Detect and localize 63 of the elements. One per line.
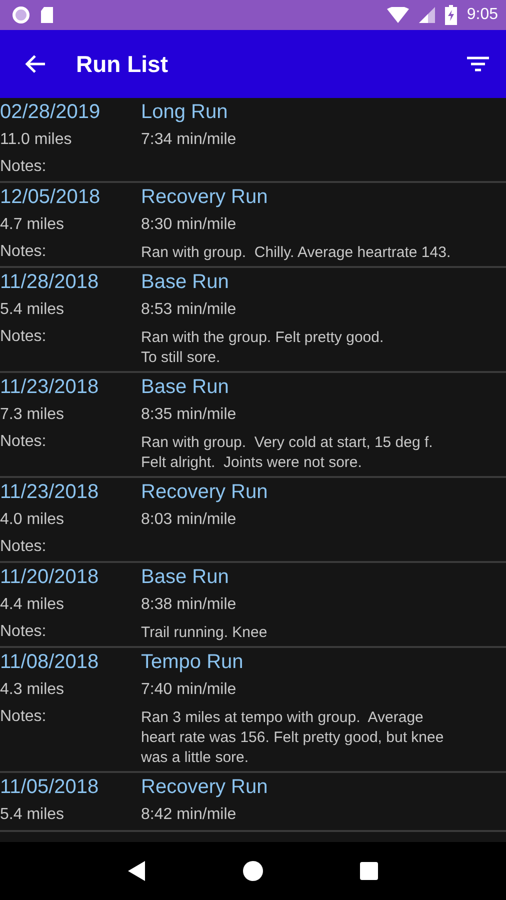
run-pace: 8:42 min/mile (141, 805, 238, 825)
run-distance: 7.3 miles (0, 405, 66, 425)
run-type: Long Run (141, 100, 229, 125)
notes-label: Notes: (0, 622, 48, 642)
run-list-item[interactable]: 11/05/2018 Recovery Run 5.4 miles 8:42 min/mile (0, 773, 506, 832)
run-pace: 8:03 min/mile (141, 510, 238, 530)
notes-label: Notes: (0, 242, 48, 262)
run-date: 11/08/2018 (0, 650, 100, 675)
run-list-item[interactable]: 12/05/2018 Recovery Run 4.7 miles 8:30 min/mile Notes: Ran with group. Chilly. Average heartrate 143. (0, 183, 506, 268)
notes-label: Notes: (0, 157, 48, 177)
run-date: 11/23/2018 (0, 480, 100, 505)
run-list-item[interactable]: 11/23/2018 Recovery Run 4.0 miles 8:03 min/mile Notes: (0, 478, 506, 563)
home-button[interactable] (242, 860, 264, 882)
wifi-icon (386, 7, 409, 23)
battery-icon (444, 5, 457, 25)
notes-label: Notes: (0, 327, 48, 347)
circle-icon (12, 6, 30, 24)
run-distance: 4.4 miles (0, 595, 66, 615)
run-notes: Ran with the group. Felt pretty good. To still sore. (141, 328, 385, 368)
run-date: 11/05/2018 (0, 775, 100, 800)
run-list-item[interactable]: 02/28/2019 Long Run 11.0 miles 7:34 min/mile Notes: (0, 98, 506, 183)
run-type: Base Run (141, 565, 230, 590)
run-list-item[interactable]: 11/23/2018 Base Run 7.3 miles 8:35 min/mile Notes: Ran with group. Very cold at start, 15 deg f. Felt alright. Joints were not sore. (0, 373, 506, 478)
run-list-item[interactable]: 11/28/2018 Base Run 5.4 miles 8:53 min/mile Notes: Ran with the group. Felt pretty good. To still sore. (0, 268, 506, 373)
run-distance: 4.3 miles (0, 680, 66, 700)
run-type: Base Run (141, 375, 230, 400)
notes-label: Notes: (0, 537, 48, 557)
run-pace: 8:38 min/mile (141, 595, 238, 615)
run-notes: Trail running. Knee (141, 623, 268, 643)
run-pace: 8:30 min/mile (141, 215, 238, 235)
run-list-item[interactable]: 11/20/2018 Base Run 4.4 miles 8:38 min/mile Notes: Trail running. Knee (0, 563, 506, 648)
run-pace: 7:40 min/mile (141, 680, 238, 700)
run-distance: 11.0 miles (0, 130, 73, 150)
run-type: Base Run (141, 270, 230, 295)
signal-icon (418, 7, 435, 23)
screen-title: Run List (76, 50, 169, 78)
run-date: 02/28/2019 (0, 100, 102, 125)
run-distance: 4.0 miles (0, 510, 66, 530)
run-date: 12/05/2018 (0, 185, 102, 210)
back-nav-button[interactable] (128, 861, 146, 881)
run-distance: 5.4 miles (0, 300, 66, 320)
run-date: 11/28/2018 (0, 270, 100, 295)
run-type: Tempo Run (141, 650, 244, 675)
run-pace: 8:35 min/mile (141, 405, 238, 425)
run-distance: 4.7 miles (0, 215, 66, 235)
clock-time: 9:05 (466, 6, 498, 24)
run-notes: Ran with group. Chilly. Average heartrate 143. (141, 243, 452, 263)
run-type: Recovery Run (141, 185, 269, 210)
run-list-item[interactable]: 11/08/2018 Tempo Run 4.3 miles 7:40 min/mile Notes: Ran 3 miles at tempo with group. Average heart rate was 156. Felt pretty good, but knee was a little sore. (0, 648, 506, 773)
filter-button[interactable] (466, 55, 490, 73)
run-date: 11/20/2018 (0, 565, 100, 590)
back-button[interactable] (24, 54, 46, 74)
run-notes: Ran with group. Very cold at start, 15 deg f. Felt alright. Joints were not sore. (141, 433, 434, 473)
sd-card-icon (40, 6, 54, 24)
run-type: Recovery Run (141, 775, 269, 800)
run-distance: 5.4 miles (0, 805, 66, 825)
run-date: 11/23/2018 (0, 375, 100, 400)
run-notes: Ran 3 miles at tempo with group. Average heart rate was 156. Felt pretty good, but knee was a little sore. (141, 708, 445, 768)
run-pace: 8:53 min/mile (141, 300, 238, 320)
run-type: Recovery Run (141, 480, 269, 505)
run-pace: 7:34 min/mile (141, 130, 238, 150)
notes-label: Notes: (0, 707, 48, 727)
notes-label: Notes: (0, 432, 48, 452)
